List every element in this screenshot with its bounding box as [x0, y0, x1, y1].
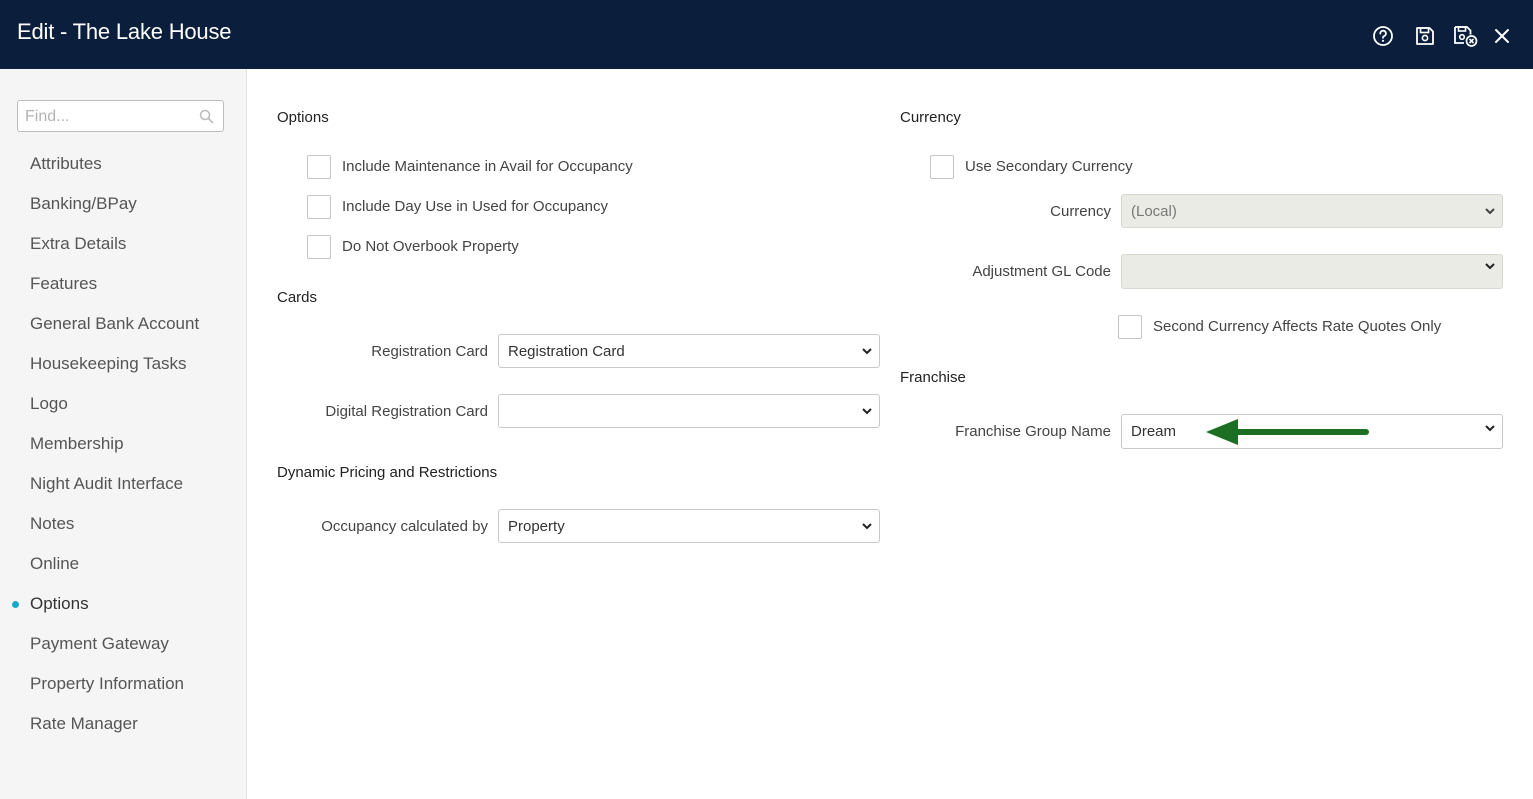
sidebar-item-night-audit-interface[interactable]: Night Audit Interface — [30, 474, 183, 494]
help-icon — [1373, 26, 1393, 46]
sidebar-item-property-information[interactable]: Property Information — [30, 674, 184, 694]
search-box — [17, 100, 224, 133]
sidebar: Attributes Banking/BPay Extra Details Fe… — [0, 69, 247, 799]
save-button[interactable] — [1411, 22, 1439, 50]
chevron-down-icon — [862, 523, 872, 530]
sidebar-item-banking-bpay[interactable]: Banking/BPay — [30, 194, 137, 214]
window-title: Edit - The Lake House — [17, 19, 232, 44]
digital-registration-card-select[interactable] — [498, 394, 880, 428]
chevron-down-icon — [862, 408, 872, 415]
occupancy-calculated-by-select[interactable]: Property — [498, 509, 880, 543]
save-icon — [1416, 27, 1434, 45]
dynamic-pricing-section-title: Dynamic Pricing and Restrictions — [277, 464, 498, 481]
franchise-group-name-value: Dream — [1131, 423, 1177, 440]
sidebar-item-membership[interactable]: Membership — [30, 434, 124, 454]
do-not-overbook-label: Do Not Overbook Property — [342, 238, 519, 255]
sidebar-item-features[interactable]: Features — [30, 274, 97, 294]
do-not-overbook-checkbox[interactable] — [307, 235, 331, 259]
currency-section-title: Currency — [900, 109, 961, 126]
currency-label: Currency — [1050, 203, 1111, 220]
cards-section-title: Cards — [277, 289, 318, 306]
sidebar-item-extra-details[interactable]: Extra Details — [30, 234, 126, 254]
second-currency-affects-checkbox[interactable] — [1118, 315, 1142, 339]
use-secondary-currency-checkbox[interactable] — [930, 155, 954, 179]
currency-select[interactable]: (Local) — [1121, 194, 1503, 228]
include-day-use-label: Include Day Use in Used for Occupancy — [342, 198, 608, 215]
use-secondary-currency-label: Use Secondary Currency — [965, 158, 1133, 175]
adjustment-gl-code-select[interactable] — [1121, 254, 1503, 289]
registration-card-select[interactable]: Registration Card — [498, 334, 880, 368]
search-icon[interactable] — [199, 109, 214, 124]
chevron-down-icon — [862, 348, 872, 355]
occupancy-calculated-by-value: Property — [508, 518, 565, 535]
occupancy-calculated-by-label: Occupancy calculated by — [321, 518, 488, 535]
include-maintenance-label: Include Maintenance in Avail for Occupan… — [342, 158, 633, 175]
close-icon — [1495, 29, 1509, 43]
currency-value: (Local) — [1131, 203, 1177, 220]
franchise-section-title: Franchise — [900, 369, 966, 386]
sidebar-item-rate-manager[interactable]: Rate Manager — [30, 714, 138, 734]
registration-card-label: Registration Card — [371, 343, 488, 360]
include-maintenance-checkbox[interactable] — [307, 155, 331, 179]
chevron-down-icon — [1485, 208, 1495, 215]
sidebar-item-logo[interactable]: Logo — [30, 394, 68, 414]
sidebar-item-options[interactable]: Options — [30, 594, 89, 614]
include-day-use-checkbox[interactable] — [307, 195, 331, 219]
options-section-title: Options — [277, 109, 329, 126]
registration-card-value: Registration Card — [508, 343, 625, 360]
chevron-down-icon — [1485, 263, 1495, 270]
second-currency-affects-label: Second Currency Affects Rate Quotes Only — [1153, 318, 1442, 335]
sidebar-item-payment-gateway[interactable]: Payment Gateway — [30, 634, 169, 654]
digital-registration-card-label: Digital Registration Card — [325, 403, 488, 420]
sidebar-item-attributes[interactable]: Attributes — [30, 154, 102, 174]
active-indicator-dot — [12, 601, 19, 608]
sidebar-item-notes[interactable]: Notes — [30, 514, 74, 534]
help-button[interactable] — [1369, 22, 1397, 50]
save-and-close-button[interactable] — [1452, 22, 1480, 50]
save-and-close-icon — [1454, 26, 1478, 47]
sidebar-item-housekeeping-tasks[interactable]: Housekeeping Tasks — [30, 354, 187, 374]
window-header: Edit - The Lake House — [0, 0, 1533, 69]
sidebar-item-general-bank-account[interactable]: General Bank Account — [30, 314, 199, 334]
search-input[interactable] — [23, 101, 197, 133]
annotation-arrow-icon — [1206, 419, 1369, 445]
chevron-down-icon — [1485, 425, 1495, 432]
sidebar-item-online[interactable]: Online — [30, 554, 79, 574]
adjustment-gl-code-label: Adjustment GL Code — [972, 263, 1111, 280]
franchise-group-name-label: Franchise Group Name — [955, 423, 1111, 440]
close-button[interactable] — [1488, 22, 1516, 50]
